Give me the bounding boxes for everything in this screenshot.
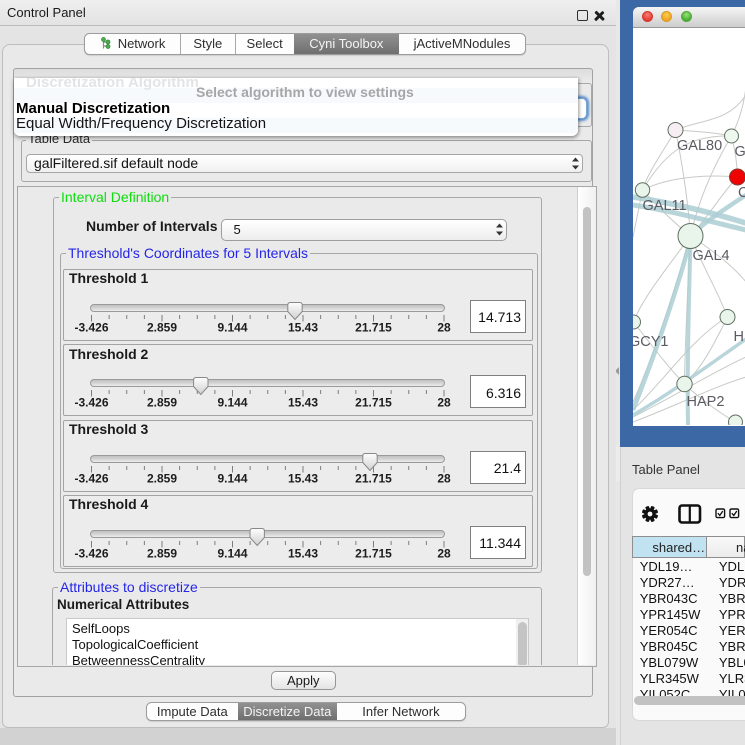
svg-text:GA: GA [734, 144, 745, 160]
svg-text:15.43: 15.43 [287, 396, 317, 410]
svg-text:GAL11: GAL11 [642, 198, 686, 214]
svg-text:GAL80: GAL80 [677, 138, 722, 154]
svg-text:2.859: 2.859 [146, 546, 176, 560]
svg-text:2.859: 2.859 [146, 396, 176, 410]
svg-text:9.144: 9.144 [217, 396, 247, 410]
svg-text:-3.426: -3.426 [74, 321, 108, 335]
svg-text:GAL4: GAL4 [692, 248, 729, 264]
svg-text:28: 28 [437, 396, 451, 410]
svg-text:15.43: 15.43 [287, 471, 317, 485]
svg-text:28: 28 [437, 471, 451, 485]
svg-text:9.144: 9.144 [217, 321, 247, 335]
svg-text:HAP2: HAP2 [686, 394, 724, 410]
svg-text:21.715: 21.715 [355, 546, 392, 560]
svg-text:9.144: 9.144 [217, 546, 247, 560]
svg-text:GCY1: GCY1 [633, 334, 669, 350]
svg-text:21.715: 21.715 [355, 396, 392, 410]
svg-text:15.43: 15.43 [287, 321, 317, 335]
svg-text:28: 28 [437, 321, 451, 335]
svg-text:21.715: 21.715 [355, 321, 392, 335]
svg-text:-3.426: -3.426 [74, 471, 108, 485]
svg-text:2.859: 2.859 [146, 471, 176, 485]
svg-text:28: 28 [437, 546, 451, 560]
svg-text:9.144: 9.144 [217, 471, 247, 485]
svg-text:15.43: 15.43 [287, 546, 317, 560]
svg-text:2.859: 2.859 [146, 321, 176, 335]
svg-text:C: C [738, 185, 745, 201]
svg-text:-3.426: -3.426 [74, 396, 108, 410]
svg-text:HI: HI [733, 329, 745, 345]
svg-text:21.715: 21.715 [355, 471, 392, 485]
svg-text:-3.426: -3.426 [74, 546, 108, 560]
